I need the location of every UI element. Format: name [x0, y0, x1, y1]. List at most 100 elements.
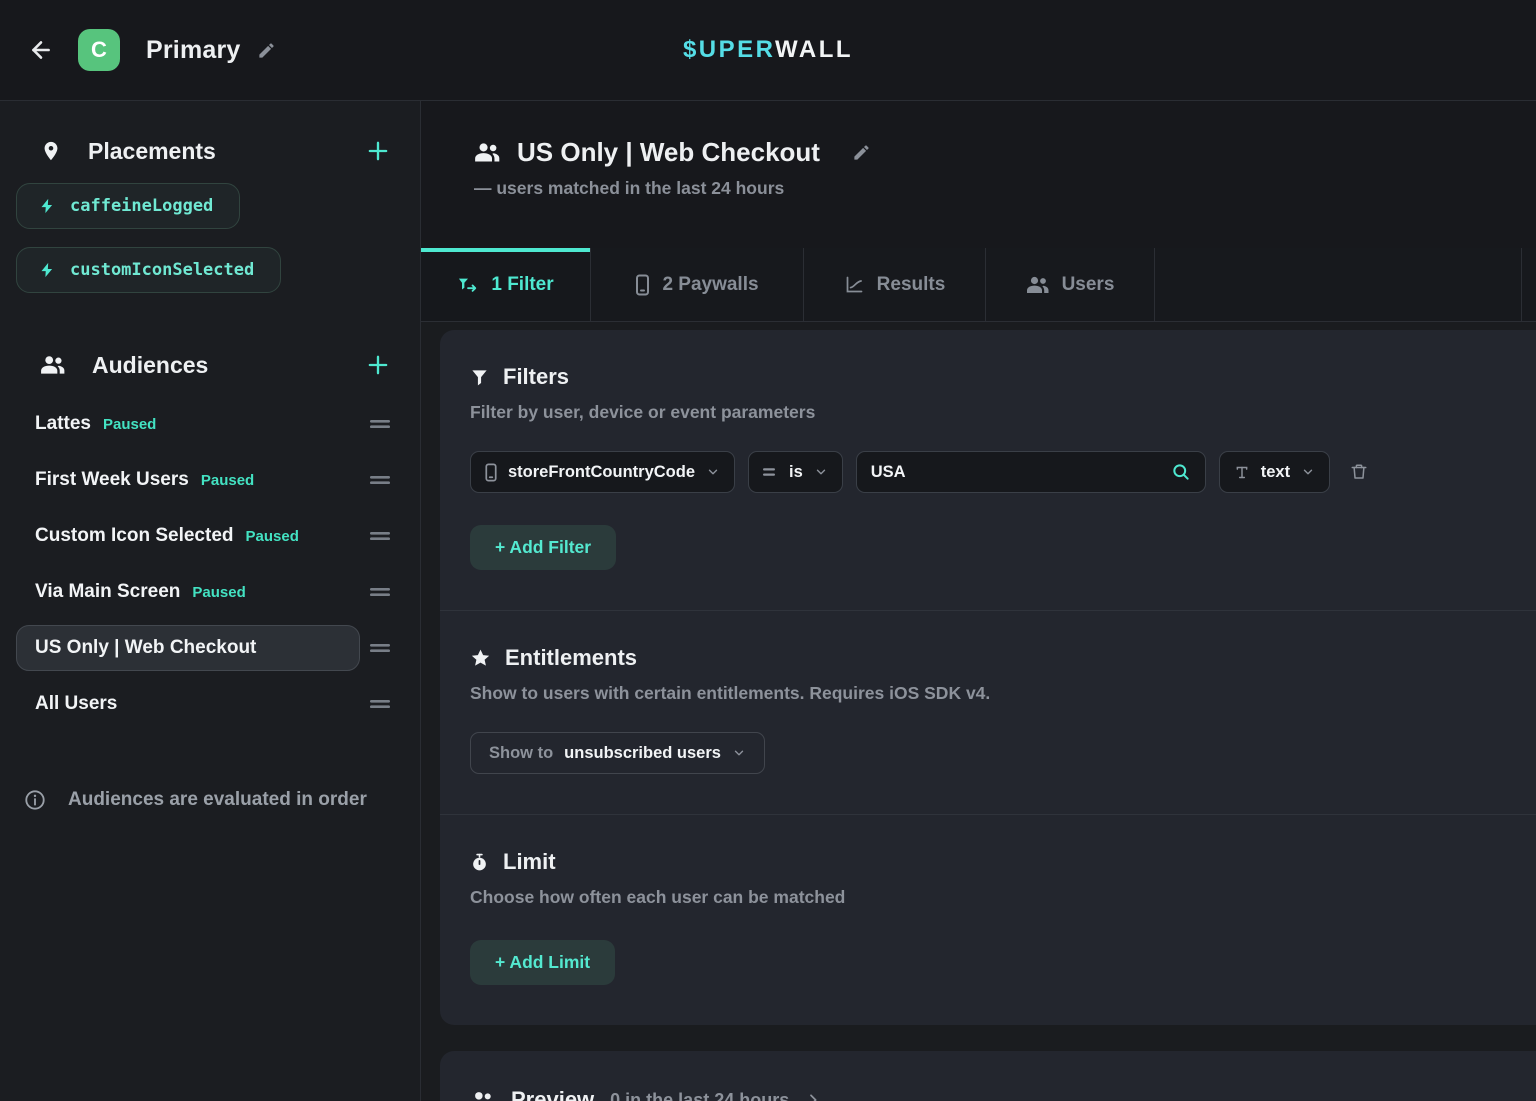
drag-handle-icon[interactable] — [360, 586, 404, 598]
add-audience-button[interactable] — [364, 351, 392, 379]
equals-icon — [763, 466, 778, 478]
logo-rest-text: WALL — [775, 36, 853, 63]
filter-value-field[interactable] — [856, 451, 1206, 493]
chevron-down-icon — [706, 465, 720, 479]
placements-title: Placements — [88, 138, 364, 165]
chart-icon — [844, 274, 865, 295]
tab-paywalls[interactable]: 2 Paywalls — [591, 248, 804, 321]
filters-title: Filters — [503, 364, 569, 390]
show-to-dropdown[interactable]: Show to unsubscribed users — [470, 732, 765, 774]
audience-settings-card: Filters Filter by user, device or event … — [440, 330, 1536, 1025]
search-icon — [1171, 462, 1191, 482]
entitlements-subtitle: Show to users with certain entitlements.… — [470, 683, 1520, 704]
chevron-down-icon — [732, 746, 746, 760]
chevron-down-icon — [814, 465, 828, 479]
tab-results[interactable]: Results — [804, 248, 986, 321]
operator-dropdown[interactable]: is — [748, 451, 843, 493]
audience-list: Lattes Paused First Week Users Paused — [0, 379, 420, 727]
users-icon — [470, 1090, 495, 1101]
drag-handle-icon[interactable] — [360, 418, 404, 430]
entitlements-section: Entitlements Show to users with certain … — [440, 610, 1536, 814]
edit-title-icon[interactable] — [257, 41, 276, 60]
drag-handle-icon[interactable] — [360, 642, 404, 654]
audience-label: All Users — [35, 693, 117, 715]
project-avatar[interactable]: C — [78, 29, 120, 71]
audiences-header: Audiences — [0, 351, 420, 379]
star-icon — [470, 648, 491, 669]
audience-row: Custom Icon Selected Paused — [16, 513, 404, 559]
filters-subtitle: Filter by user, device or event paramete… — [470, 402, 1520, 423]
audience-label: Via Main Screen — [35, 581, 180, 603]
audience-label: Lattes — [35, 413, 91, 435]
tab-paywalls-label: 2 Paywalls — [662, 274, 758, 296]
audience-label: Custom Icon Selected — [35, 525, 234, 547]
audiences-title: Audiences — [92, 352, 364, 379]
tab-users[interactable]: Users — [986, 248, 1155, 321]
placement-list: caffeineLogged customIconSelected — [0, 165, 420, 293]
limit-title: Limit — [503, 849, 556, 875]
tab-content: Filters Filter by user, device or event … — [421, 322, 1536, 1100]
project-initial: C — [91, 37, 107, 63]
page-subtitle: — users matched in the last 24 hours — [474, 178, 1536, 199]
edit-audience-name-icon[interactable] — [852, 143, 871, 162]
back-icon[interactable] — [28, 37, 54, 63]
placements-header: Placements — [0, 137, 420, 165]
preview-subtitle: 0 in the last 24 hours — [610, 1090, 789, 1101]
audience-label: US Only | Web Checkout — [35, 637, 256, 659]
audience-item[interactable]: All Users — [16, 681, 360, 727]
add-limit-button[interactable]: + Add Limit — [470, 940, 615, 985]
preview-card[interactable]: Preview 0 in the last 24 hours — [440, 1051, 1536, 1101]
audience-item-selected[interactable]: US Only | Web Checkout — [16, 625, 360, 671]
tab-users-label: Users — [1062, 274, 1115, 296]
audience-item[interactable]: Custom Icon Selected Paused — [16, 513, 360, 559]
placement-label: caffeineLogged — [70, 196, 213, 216]
phone-icon — [485, 463, 497, 482]
chevron-down-icon — [1301, 465, 1315, 479]
show-to-value: unsubscribed users — [564, 744, 721, 763]
audience-order-note: Audiences are evaluated in order — [0, 789, 420, 811]
top-bar: C Primary $UPERWALL — [0, 0, 1536, 101]
drag-handle-icon[interactable] — [360, 474, 404, 486]
parameter-value: storeFrontCountryCode — [508, 463, 695, 482]
stopwatch-icon — [470, 852, 489, 873]
filter-arrow-icon — [457, 275, 479, 295]
audience-row: Via Main Screen Paused — [16, 569, 404, 615]
audience-row: Lattes Paused — [16, 401, 404, 447]
add-placement-button[interactable] — [364, 137, 392, 165]
audience-item[interactable]: First Week Users Paused — [16, 457, 360, 503]
delete-filter-button[interactable] — [1350, 462, 1368, 482]
tab-bar-endcap — [1522, 248, 1536, 321]
operator-value: is — [789, 463, 803, 482]
filter-value-input[interactable] — [871, 463, 1141, 482]
entitlements-title: Entitlements — [505, 645, 637, 671]
audience-item[interactable]: Via Main Screen Paused — [16, 569, 360, 615]
audience-row: All Users — [16, 681, 404, 727]
add-filter-button[interactable]: + Add Filter — [470, 525, 616, 570]
placement-item[interactable]: caffeineLogged — [16, 183, 240, 229]
type-dropdown[interactable]: text — [1219, 451, 1330, 493]
drag-handle-icon[interactable] — [360, 530, 404, 542]
project-title: Primary — [146, 36, 241, 65]
limit-section: Limit Choose how often each user can be … — [440, 814, 1536, 1025]
audience-header: US Only | Web Checkout — users matched i… — [421, 101, 1536, 248]
superwall-logo: $UPERWALL — [683, 36, 853, 64]
audience-order-note-text: Audiences are evaluated in order — [68, 789, 367, 811]
type-value: text — [1261, 463, 1290, 482]
placement-item[interactable]: customIconSelected — [16, 247, 281, 293]
limit-subtitle: Choose how often each user can be matche… — [470, 887, 1520, 908]
tab-bar-spacer — [1155, 248, 1522, 321]
show-to-label: Show to — [489, 744, 553, 763]
audience-row: US Only | Web Checkout — [16, 625, 404, 671]
tab-filter[interactable]: 1 Filter — [421, 248, 591, 321]
users-icon — [1026, 275, 1050, 295]
phone-icon — [635, 274, 650, 296]
drag-handle-icon[interactable] — [360, 698, 404, 710]
audience-label: First Week Users — [35, 469, 189, 491]
parameter-dropdown[interactable]: storeFrontCountryCode — [470, 451, 735, 493]
location-pin-icon — [40, 138, 62, 164]
audience-item[interactable]: Lattes Paused — [16, 401, 360, 447]
lightning-bolt-icon — [39, 196, 56, 216]
users-icon — [474, 141, 501, 164]
paused-badge: Paused — [192, 584, 245, 601]
funnel-icon — [470, 367, 489, 388]
